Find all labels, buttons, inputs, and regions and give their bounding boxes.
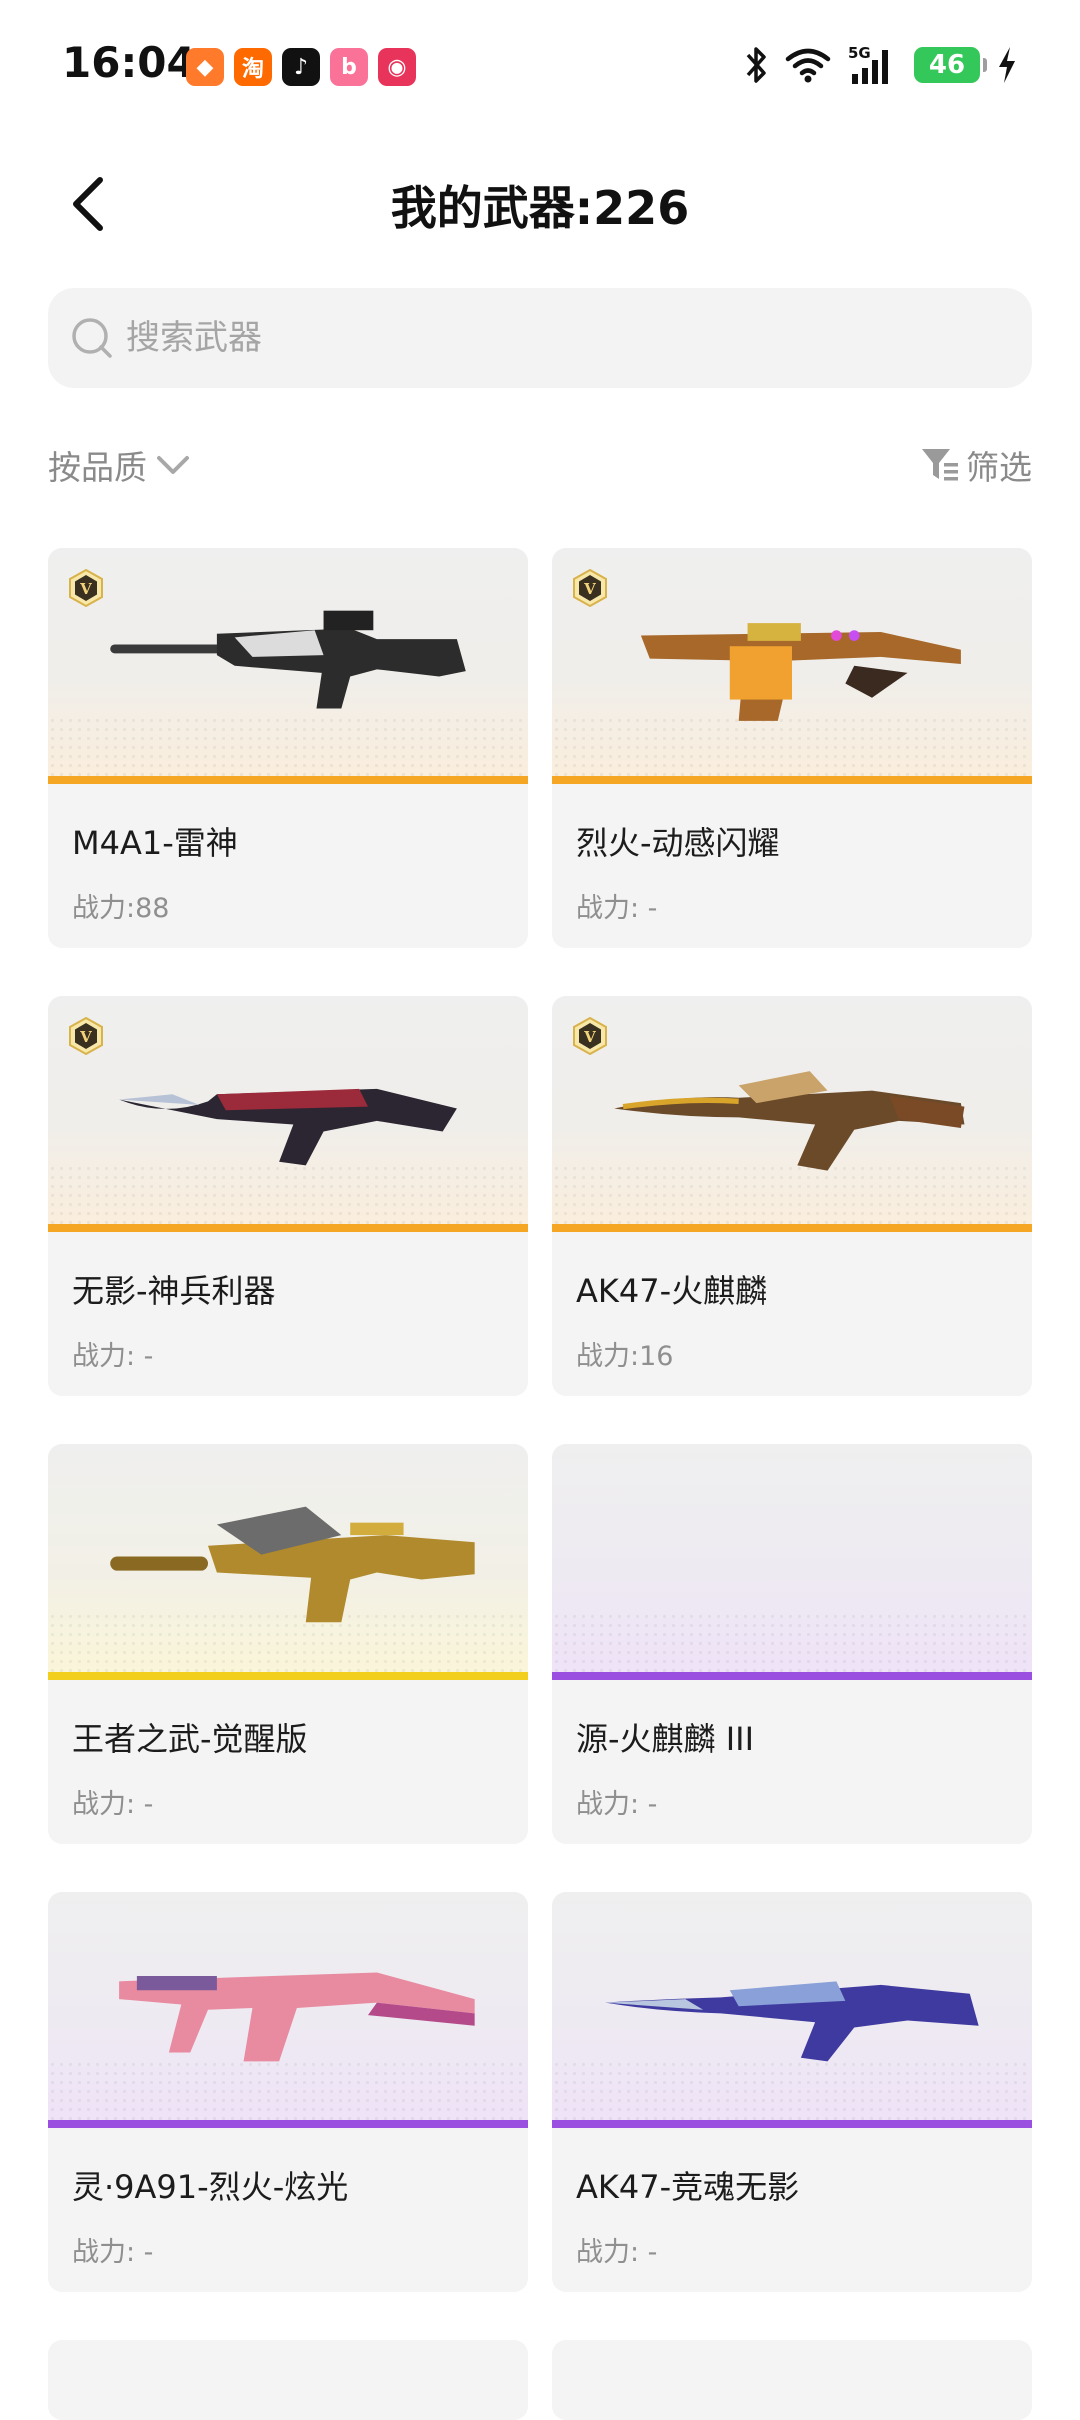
svg-text:V: V <box>583 1028 596 1046</box>
battery-indicator: 46 <box>914 47 987 83</box>
status-time: 16:04 <box>62 38 196 87</box>
weapon-card[interactable] <box>48 2340 528 2420</box>
weapon-image <box>552 1444 1032 1680</box>
weapon-grid: V M4A1-雷神 战力:88 V 烈火-动感闪耀 战力: - V 无影-神兵利器 战力: -V… <box>48 548 1032 2420</box>
search-icon <box>72 318 112 358</box>
svg-text:5G: 5G <box>848 44 871 62</box>
weapon-power: 战力:16 <box>576 1341 674 1372</box>
filter-funnel-icon <box>922 449 958 481</box>
weapon-card[interactable] <box>552 2340 1032 2420</box>
weapon-image: V <box>552 996 1032 1232</box>
quality-bar <box>552 1672 1032 1680</box>
search-input[interactable] <box>124 317 988 359</box>
bilibili-icon: b <box>330 48 368 86</box>
signal-5g-icon: 5G <box>848 44 888 84</box>
weapon-card[interactable]: V 无影-神兵利器战力: - <box>48 996 528 1396</box>
quality-bar <box>48 2120 528 2128</box>
search-box[interactable] <box>48 288 1032 388</box>
ak-blue-icon <box>605 1981 979 2062</box>
rifle-icon <box>110 610 466 709</box>
weapon-card[interactable]: AK47-竞魂无影战力: - <box>552 1892 1032 2292</box>
page-title: 我的武器:226 <box>390 181 690 235</box>
weapon-image <box>48 1892 528 2128</box>
weapon-card[interactable]: 源-火麒麟 III 战力: - <box>552 1444 1032 1844</box>
ak-gold-icon <box>614 1071 965 1171</box>
weapon-name: 灵·9A91-烈火-炫光 <box>72 2168 349 2206</box>
weapon-power: 战力: - <box>576 1789 658 1820</box>
douyin-icon: ♪ <box>282 48 320 86</box>
app-pink-icon: ◉ <box>378 48 416 86</box>
svg-text:V: V <box>79 580 92 598</box>
weapon-power: 战力: - <box>72 1789 154 1820</box>
quality-bar <box>48 1224 528 1232</box>
weapon-name: AK47-火麒麟 <box>576 1272 768 1310</box>
weapon-card[interactable]: 王者之武-觉醒版战力: - <box>48 1444 528 1844</box>
quality-bar <box>552 1224 1032 1232</box>
weapon-power: 战力: - <box>576 2237 658 2268</box>
svg-text:V: V <box>79 1028 92 1046</box>
wifi-icon <box>785 48 831 83</box>
weapon-image: V <box>48 548 528 784</box>
filter-button[interactable]: 筛选 <box>920 440 1032 490</box>
smg-pink-icon <box>119 1972 475 2062</box>
vip-badge-icon: V <box>573 1016 607 1056</box>
quality-bar <box>552 2120 1032 2128</box>
weapon-card[interactable]: V AK47-火麒麟战力:16 <box>552 996 1032 1396</box>
weapon-image <box>552 1892 1032 2128</box>
weapon-image <box>48 1444 528 1680</box>
quality-bar <box>48 776 528 784</box>
weapon-power: 战力:88 <box>72 893 170 924</box>
rifle-gold-icon <box>110 1506 475 1623</box>
weapon-power: 战力: - <box>576 893 658 924</box>
weapon-name: 烈火-动感闪耀 <box>576 824 780 862</box>
weapon-name: 无影-神兵利器 <box>72 1272 276 1310</box>
weapon-card[interactable]: 灵·9A91-烈火-炫光战力: - <box>48 1892 528 2292</box>
quality-bar <box>552 776 1032 784</box>
quality-bar <box>48 1672 528 1680</box>
vip-badge-icon: V <box>69 1016 103 1056</box>
svg-text:V: V <box>583 580 596 598</box>
vip-badge-icon: V <box>69 568 103 608</box>
weapon-card[interactable]: V M4A1-雷神战力:88 <box>48 548 528 948</box>
status-bar: 16:04 ◆ 淘 ♪ b ◉ 5G 46 <box>0 0 1080 140</box>
header: 我的武器:226 <box>0 150 1080 260</box>
charging-icon <box>999 47 1015 83</box>
sort-by-quality-dropdown[interactable]: 按品质 <box>48 440 191 490</box>
ak-blade-icon <box>119 1088 457 1166</box>
weapon-name: 源-火麒麟 III <box>576 1720 755 1758</box>
filter-label: 筛选 <box>966 448 1032 487</box>
smg-icon <box>640 623 961 721</box>
sort-label: 按品质 <box>48 448 147 487</box>
weapon-power: 战力: - <box>72 1341 154 1372</box>
dot-pattern <box>552 1612 1032 1672</box>
chevron-down-icon <box>157 456 189 474</box>
notification-icons: ◆ 淘 ♪ b ◉ <box>186 48 416 86</box>
weapon-name: AK47-竞魂无影 <box>576 2168 800 2206</box>
system-icons: 5G 46 <box>744 44 1018 86</box>
weapon-power: 战力: - <box>72 2237 154 2268</box>
weapon-card[interactable]: V 烈火-动感闪耀战力: - <box>552 548 1032 948</box>
bluetooth-icon <box>746 47 766 83</box>
weapon-image: V <box>552 548 1032 784</box>
app-generic-icon: ◆ <box>186 48 224 86</box>
weapon-name: M4A1-雷神 <box>72 824 238 862</box>
taobao-icon: 淘 <box>234 48 272 86</box>
weapon-name: 王者之武-觉醒版 <box>72 1720 308 1758</box>
vip-badge-icon: V <box>573 568 607 608</box>
weapon-image: V <box>48 996 528 1232</box>
